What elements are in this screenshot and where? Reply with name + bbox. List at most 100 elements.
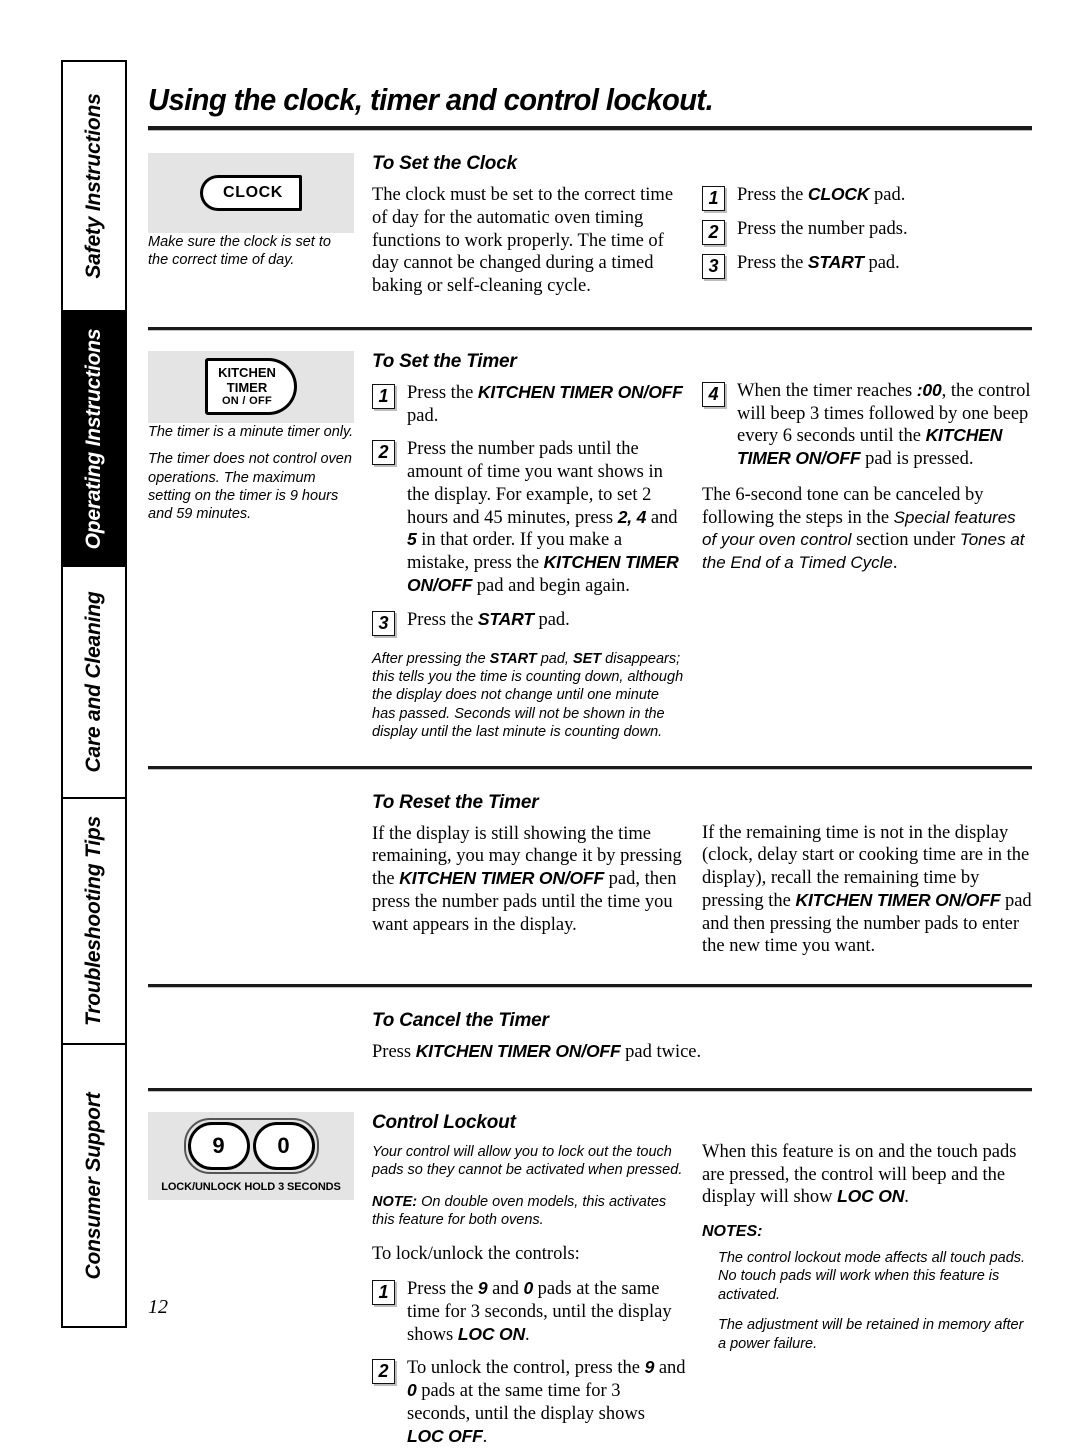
sidebar-item-operating-instructions[interactable]: Operating Instructions [63,312,125,567]
page-content: Using the clock, timer and control locko… [148,60,1032,1448]
tone-part-3: . [892,553,898,573]
cancel-spacer-column [148,1010,372,1064]
step-text-post: pad. [533,609,570,630]
clock-pad-illustration: CLOCK [148,153,354,233]
number-pad-9: 9 [644,1357,655,1378]
sidebar-item-troubleshooting-tips[interactable]: Troubleshooting Tips [63,799,125,1045]
step-number: 2 [702,220,725,245]
step-text: When the timer reaches :00, the control … [737,380,1032,471]
step-text-mid: and [487,1279,524,1300]
section-heading-cancel-the-timer: To Cancel the Timer [372,1010,549,1032]
lockout-lead-text: To lock/unlock the controls: [372,1244,580,1265]
cancel-body-column: To Cancel the Timer Press KITCHEN TIMER … [372,1010,1048,1064]
note-item: The adjustment will be retained in memor… [718,1317,1024,1352]
section-reset-the-timer: To Reset the Timer If the display is sti… [148,792,1032,959]
kitchen-timer-pad-illustration: KITCHEN TIMER ON / OFF [148,350,354,423]
step-number: 2 [372,440,395,466]
step-number: 4 [702,381,725,407]
step-text-pre: Press the [407,382,478,403]
pad-line-1: KITCHEN [218,365,276,381]
lockout-right-part-2: . [904,1187,909,1208]
display-text-set: SET [572,650,602,667]
display-text-loc-on: LOC ON [457,1323,525,1344]
pad-name-start: START [489,650,537,667]
step-text-pre: Press the [737,253,808,273]
step-text: Press the START pad. [737,252,900,279]
lockout-right-text: When this feature is on and the touch pa… [702,1141,1032,1209]
step-text-pre: Press the [737,185,808,205]
reset-left-column: To Reset the Timer If the display is sti… [372,792,702,959]
timer-caption-1: The timer is a minute timer only. [148,423,354,440]
sidebar-item-label: Consumer Support [82,1092,105,1279]
step-text-post: pad is pressed. [860,449,974,469]
step-number: 2 [372,1359,395,1385]
sidebar-item-care-and-cleaning[interactable]: Care and Cleaning [63,567,125,799]
title-divider [148,126,1032,131]
key-0: 0 [252,1122,315,1171]
sidebar-item-safety-instructions[interactable]: Safety Instructions [63,62,125,312]
section-heading-set-the-clock: To Set the Clock [372,153,517,174]
cancel-part-1: Press [372,1042,416,1063]
step-number: 3 [372,610,395,636]
display-text-loc-off: LOC OFF [407,1425,483,1446]
pad-line-3: ON / OFF [221,395,273,408]
clock-body-text: The clock must be set to the correct tim… [372,185,674,296]
step-item: 4 When the timer reaches :00, the contro… [702,380,1032,471]
pad-name-clock: CLOCK [807,184,870,204]
step-text-pre: Press the [407,609,478,630]
timer-illustration-column: KITCHEN TIMER ON / OFF The timer is a mi… [148,350,372,742]
clock-illustration-caption: Make sure the clock is set to the correc… [148,234,331,269]
step-item: 2 To unlock the control, press the 9 and… [372,1357,686,1448]
step-text: Press the START pad. [407,609,570,636]
tone-part-2: section under [851,530,960,551]
step-text-pre: Press the [407,1279,478,1300]
step-text: Press the 9 and 0 pads at the same time … [407,1278,686,1346]
note-part-1: After pressing the [372,650,490,667]
section-divider-lockout [148,1087,1032,1092]
key-9: 9 [187,1122,250,1171]
step-text-post: pad and begin again. [472,575,630,596]
timer-after-start-note: After pressing the START pad, SET disapp… [372,650,686,742]
step-text: To unlock the control, press the 9 and 0… [407,1357,686,1448]
section-heading-set-the-timer: To Set the Timer [372,350,517,372]
step-text-post: . [482,1426,488,1447]
step-text-post: pad. [869,185,906,205]
cancel-body-text: Press KITCHEN TIMER ON/OFF pad twice. [372,1041,1032,1064]
reset-left-text: If the display is still showing the time… [372,823,686,937]
number-pad-0: 0 [407,1380,417,1401]
sidebar-item-consumer-support[interactable]: Consumer Support [63,1045,125,1326]
section-divider-reset [148,765,1032,770]
timer-right-column: 4 When the timer reaches :00, the contro… [702,351,1032,742]
lockout-key-row: 9 0 [183,1118,319,1175]
timer-tone-paragraph: The 6-second tone can be canceled by fol… [702,484,1032,575]
step-item: 2 Press the number pads. [702,218,1032,245]
lockout-body-column: Control Lockout Your control will allow … [372,1112,702,1448]
lockout-illustration-column: 9 0 LOCK/UNLOCK HOLD 3 SECONDS [148,1111,372,1448]
lockout-keys-group: 9 0 LOCK/UNLOCK HOLD 3 SECONDS [161,1118,341,1193]
section-set-the-clock: CLOCK Make sure the clock is set to the … [148,153,1032,298]
step-text: Press the CLOCK pad. [737,184,905,211]
step-text-post: pad. [863,253,900,273]
sidebar-item-label: Safety Instructions [82,93,105,279]
clock-illustration-column: CLOCK Make sure the clock is set to the … [148,153,372,298]
step-number: 1 [372,1280,395,1306]
kitchen-timer-pad-graphic: KITCHEN TIMER ON / OFF [205,358,297,416]
section-tab-sidebar: Safety Instructions Operating Instructio… [61,60,127,1328]
step-text-pre: When the timer reaches [737,380,917,401]
timer-caption-2: The timer does not control oven operatio… [148,451,352,523]
reset-right-column: If the remaining time is not in the disp… [702,792,1032,959]
step-text-mid2: pads at the same time for 3 seconds, unt… [407,1381,645,1424]
pad-name-start: START [807,252,864,272]
step-text: Press the number pads until the amount o… [407,438,686,597]
pad-name-kitchen-timer: KITCHEN TIMER ON/OFF [477,381,683,402]
lockout-intro-text: Your control will allow you to lock out … [372,1143,683,1179]
step-number: 1 [372,383,395,409]
step-item: 3 Press the START pad. [702,252,1032,279]
pad-name-kitchen-timer: KITCHEN TIMER ON/OFF [399,868,605,889]
number-pad-9: 9 [477,1278,488,1299]
step-text-post: pad. [407,405,439,426]
reset-spacer-column [148,792,372,959]
step-number: 3 [702,254,725,279]
reset-right-text: If the remaining time is not in the disp… [702,822,1032,959]
sidebar-item-label: Troubleshooting Tips [82,816,105,1026]
